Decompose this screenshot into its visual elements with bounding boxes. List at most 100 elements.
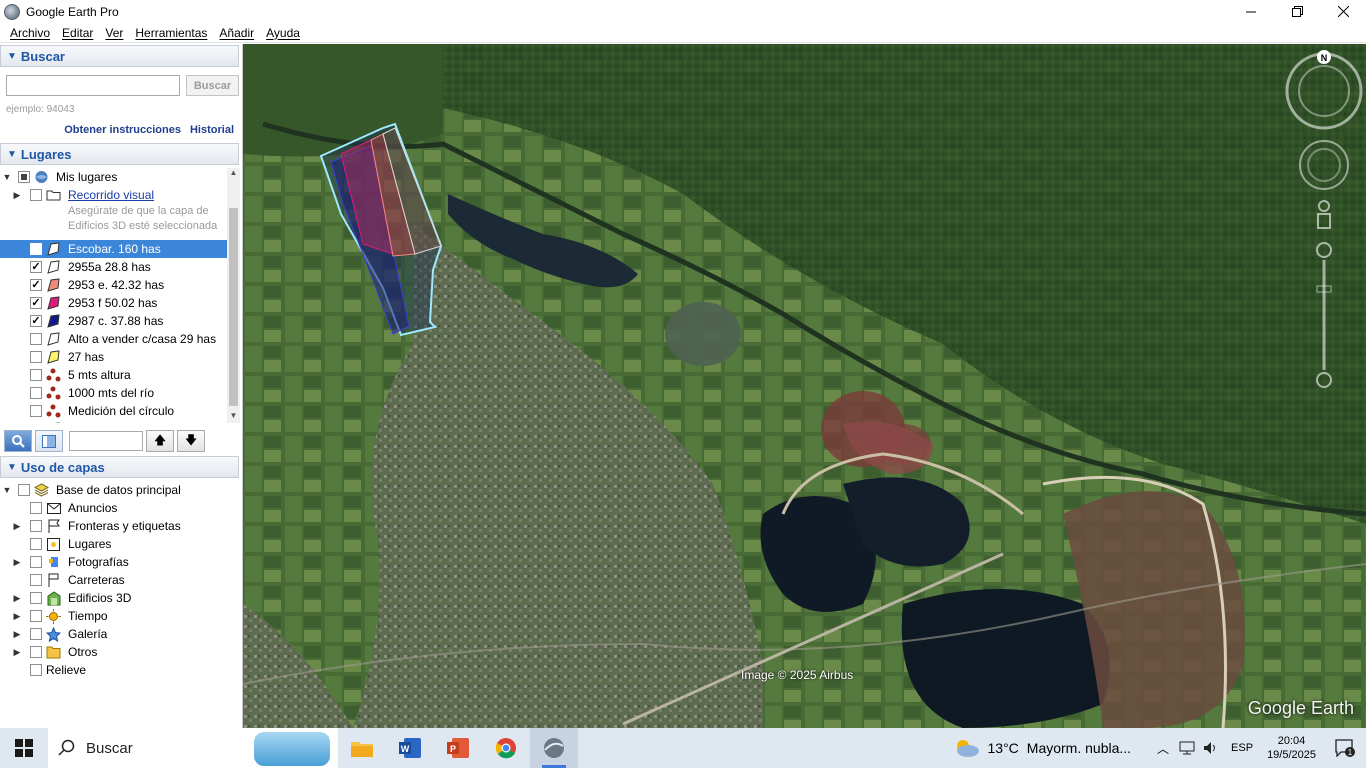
place-item[interactable]: Medición del círculo <box>0 402 227 420</box>
menu-herramientas[interactable]: Herramientas <box>129 26 213 40</box>
layer-checkbox[interactable] <box>30 592 42 604</box>
place-checkbox[interactable] <box>30 387 42 399</box>
place-item[interactable]: 27 has <box>0 348 227 366</box>
move-down-button[interactable]: 🡇 <box>177 430 205 452</box>
layer-checkbox[interactable] <box>30 556 42 568</box>
volume-button[interactable] <box>1199 728 1223 768</box>
search-places-button[interactable] <box>4 430 32 452</box>
network-button[interactable] <box>1175 728 1199 768</box>
place-checkbox[interactable]: ✓ <box>30 261 42 273</box>
zoom-slider[interactable] <box>1316 242 1332 388</box>
place-item[interactable]: a menos 1000 mts 46.8 has <box>0 420 227 423</box>
layers-root-checkbox[interactable] <box>18 484 30 496</box>
expand-arrow-icon[interactable]: ▶ <box>12 611 22 622</box>
search-panel-header[interactable]: ▼ Buscar <box>0 45 239 67</box>
layer-item[interactable]: Anuncios <box>0 499 242 517</box>
place-item[interactable]: ✓ 2953 e. 42.32 has <box>0 276 227 294</box>
layer-item[interactable]: Relieve <box>0 661 242 679</box>
expand-arrow-icon[interactable]: ▶ <box>12 629 22 640</box>
layer-checkbox[interactable] <box>30 646 42 658</box>
look-joystick[interactable] <box>1299 140 1349 190</box>
system-clock[interactable]: 20:04 19/5/2025 <box>1267 734 1316 762</box>
get-directions-link[interactable]: Obtener instrucciones <box>64 124 181 136</box>
scroll-up-arrow-icon[interactable]: ▲ <box>227 168 240 180</box>
place-item[interactable]: ✓ Escobar. 160 has <box>0 240 227 258</box>
layer-checkbox[interactable] <box>30 628 42 640</box>
place-item[interactable]: ✓ 2987 c. 37.88 has <box>0 312 227 330</box>
places-panel-header[interactable]: ▼ Lugares <box>0 143 239 165</box>
chrome-button[interactable] <box>482 728 530 768</box>
layer-item[interactable]: ▶ Galería <box>0 625 242 643</box>
panel-toggle-button[interactable] <box>35 430 63 452</box>
layer-checkbox[interactable] <box>30 574 42 586</box>
show-hidden-icons-button[interactable]: ︿ <box>1151 728 1175 768</box>
place-item[interactable]: ✓ 2953 f 50.02 has <box>0 294 227 312</box>
place-checkbox[interactable] <box>30 369 42 381</box>
expand-arrow-icon[interactable]: ▶ <box>12 557 22 568</box>
scrollbar-thumb[interactable] <box>229 208 238 406</box>
start-button[interactable] <box>0 728 48 768</box>
close-button[interactable] <box>1320 0 1366 23</box>
place-item[interactable]: 1000 mts del río <box>0 384 227 402</box>
layer-item[interactable]: Carreteras <box>0 571 242 589</box>
map-view[interactable]: N Image © 2025 Airbus Google Earth <box>243 44 1366 728</box>
menu-anadir[interactable]: Añadir <box>213 26 260 40</box>
place-checkbox[interactable]: ✓ <box>30 297 42 309</box>
file-explorer-button[interactable] <box>338 728 386 768</box>
layer-item[interactable]: Lugares <box>0 535 242 553</box>
places-scrollbar[interactable]: ▲ ▼ <box>227 168 240 423</box>
taskbar-search-box[interactable]: Buscar <box>48 728 338 768</box>
history-link[interactable]: Historial <box>190 124 234 136</box>
place-item[interactable]: ✓ 2955a 28.8 has <box>0 258 227 276</box>
minimize-button[interactable] <box>1228 0 1274 23</box>
layer-checkbox[interactable] <box>30 538 42 550</box>
menu-archivo[interactable]: Archivo <box>4 26 56 40</box>
expand-arrow-icon[interactable]: ▶ <box>12 190 22 201</box>
layers-root-row[interactable]: ▼ Base de datos principal <box>0 481 242 499</box>
place-checkbox[interactable]: ✓ <box>30 315 42 327</box>
expand-arrow-icon[interactable]: ▶ <box>12 521 22 532</box>
layer-checkbox[interactable] <box>30 520 42 532</box>
expand-arrow-icon[interactable]: ▼ <box>2 485 12 495</box>
expand-arrow-icon[interactable]: ▶ <box>12 647 22 658</box>
expand-arrow-icon[interactable]: ▶ <box>12 593 22 604</box>
layer-item[interactable]: ▶ Fotografías <box>0 553 242 571</box>
google-earth-taskbar-button[interactable] <box>530 728 578 768</box>
scroll-down-arrow-icon[interactable]: ▼ <box>227 411 240 423</box>
place-checkbox[interactable] <box>30 333 42 345</box>
place-checkbox[interactable]: ✓ <box>30 243 42 255</box>
tour-row[interactable]: ▶ Recorrido visual <box>0 186 227 204</box>
root-checkbox[interactable] <box>18 171 30 183</box>
street-view-pegman-icon[interactable] <box>1317 200 1331 229</box>
menu-ayuda[interactable]: Ayuda <box>260 26 306 40</box>
place-item[interactable]: 5 mts altura <box>0 366 227 384</box>
layer-item[interactable]: ▶ Edificios 3D <box>0 589 242 607</box>
layer-item[interactable]: ▶ Tiempo <box>0 607 242 625</box>
menu-ver[interactable]: Ver <box>99 26 129 40</box>
layer-item[interactable]: ▶ Otros <box>0 643 242 661</box>
search-input[interactable] <box>6 75 180 96</box>
place-checkbox[interactable] <box>30 405 42 417</box>
layer-checkbox[interactable] <box>30 610 42 622</box>
places-root-row[interactable]: ▼ Mis lugares <box>0 168 227 186</box>
layer-checkbox[interactable] <box>30 502 42 514</box>
layers-panel-header[interactable]: ▼ Uso de capas <box>0 456 239 478</box>
word-button[interactable]: W <box>386 728 434 768</box>
place-checkbox[interactable]: ✓ <box>30 279 42 291</box>
powerpoint-button[interactable]: P <box>434 728 482 768</box>
move-up-button[interactable]: 🡅 <box>146 430 174 452</box>
menu-editar[interactable]: Editar <box>56 26 99 40</box>
layer-checkbox[interactable] <box>30 664 42 676</box>
notification-center-button[interactable]: 1 <box>1330 739 1360 757</box>
place-item[interactable]: Alto a vender c/casa 29 has <box>0 330 227 348</box>
places-filter-input[interactable] <box>69 431 143 451</box>
restore-button[interactable] <box>1274 0 1320 23</box>
tour-checkbox[interactable] <box>30 189 42 201</box>
input-language[interactable]: ESP <box>1231 742 1253 754</box>
search-button[interactable]: Buscar <box>186 75 239 96</box>
layer-item[interactable]: ▶ Fronteras y etiquetas <box>0 517 242 535</box>
expand-arrow-icon[interactable]: ▼ <box>2 172 12 182</box>
navigation-controls[interactable]: N <box>1281 50 1363 390</box>
place-checkbox[interactable] <box>30 351 42 363</box>
weather-widget[interactable]: 13°C Mayorm. nubla... <box>954 738 1131 758</box>
